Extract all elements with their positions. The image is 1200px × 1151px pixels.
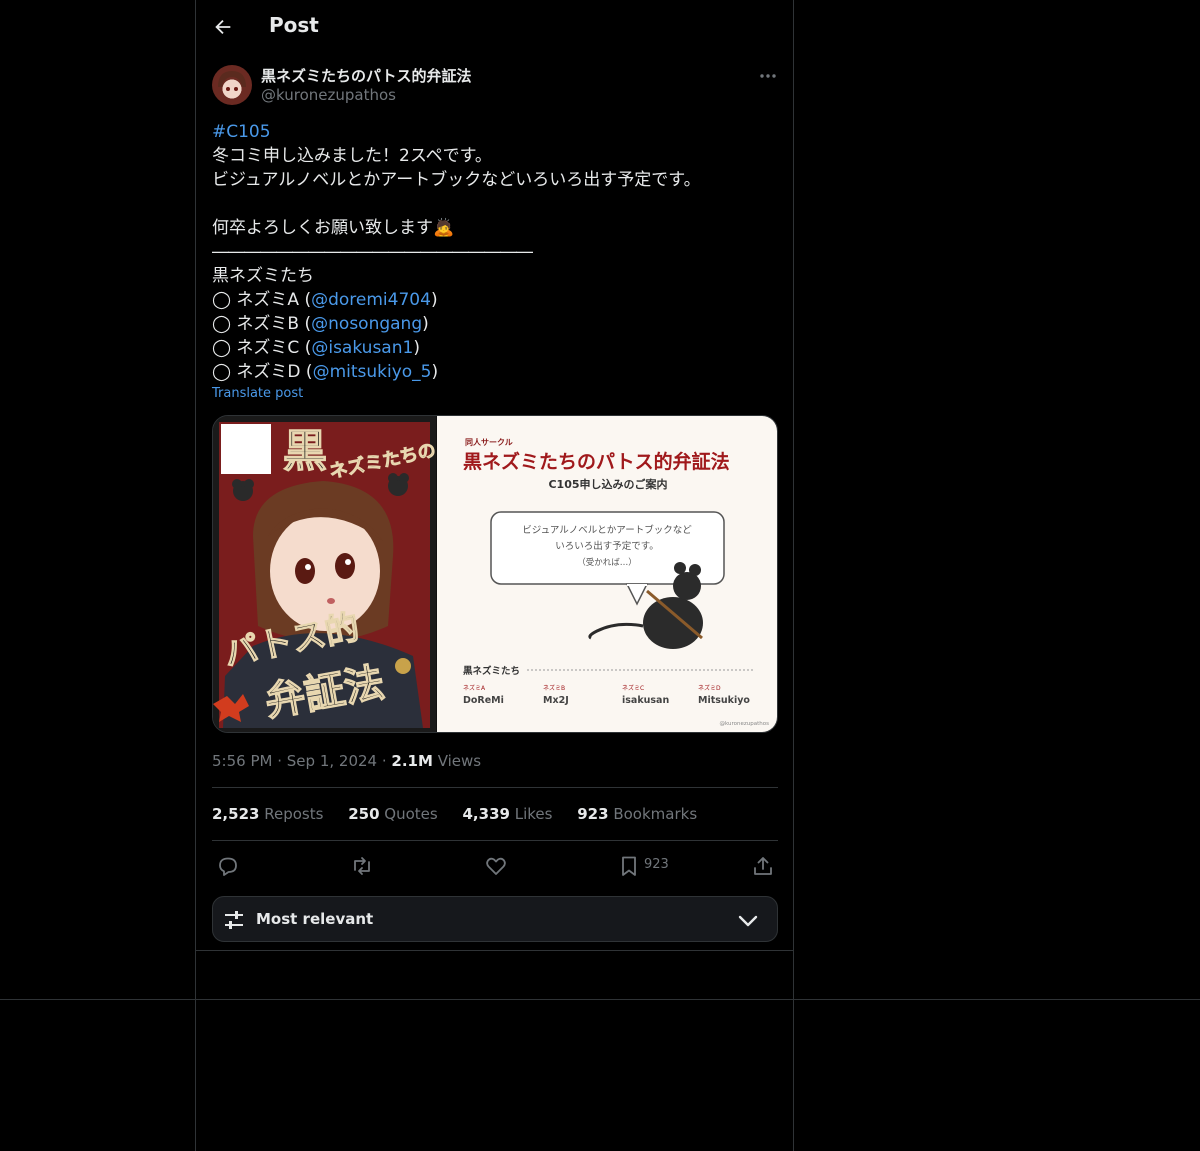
back-arrow-icon[interactable] bbox=[212, 16, 234, 38]
post-date[interactable]: Sep 1, 2024 bbox=[287, 752, 377, 770]
flyer-members-title: 黒ネズミたち bbox=[463, 665, 520, 677]
member-line: ◯ ネズミB (@nosongang) bbox=[212, 312, 778, 336]
avatar[interactable] bbox=[212, 65, 252, 105]
reposts-count: 2,523 bbox=[212, 805, 260, 823]
likes-stat[interactable]: 4,339 Likes bbox=[463, 805, 553, 823]
separator-line: ―――――――――――――――――――― bbox=[212, 242, 533, 262]
member-prefix: ◯ ネズミA ( bbox=[212, 290, 312, 310]
flyer-member-name: isakusan bbox=[622, 695, 669, 706]
quotes-label: Quotes bbox=[384, 805, 438, 823]
bookmarks-label: Bookmarks bbox=[613, 805, 698, 823]
flyer-member-role: ネズミA bbox=[463, 684, 486, 692]
tweet-line: 冬コミ申し込みました！2スペです。 bbox=[212, 146, 492, 166]
member-line: ◯ ネズミA (@doremi4704) bbox=[212, 288, 778, 312]
member-suffix: ) bbox=[430, 290, 438, 310]
sort-dropdown[interactable]: Most relevant bbox=[212, 896, 778, 942]
more-icon[interactable] bbox=[758, 66, 778, 86]
bookmarks-count: 923 bbox=[577, 805, 609, 823]
flyer-member-role: ネズミB bbox=[543, 684, 565, 692]
views-label: Views bbox=[437, 752, 482, 770]
bubble-line: ビジュアルノベルとかアートブックなど bbox=[522, 524, 692, 536]
quotes-count: 250 bbox=[348, 805, 380, 823]
likes-count: 4,339 bbox=[462, 805, 510, 823]
like-icon[interactable] bbox=[484, 854, 508, 878]
flyer-credit: @kuronezupathos bbox=[720, 721, 770, 727]
flyer-member-name: Mx2J bbox=[543, 695, 569, 706]
sliders-icon bbox=[225, 911, 243, 929]
meta-dot: · bbox=[381, 752, 392, 770]
flyer-subtitle: C105申し込みのご案内 bbox=[548, 477, 667, 491]
bubble-line: （受かれば…） bbox=[577, 557, 637, 568]
reposts-stat[interactable]: 2,523 Reposts bbox=[212, 805, 323, 823]
flyer-member-name: Mitsukiyo bbox=[698, 695, 750, 706]
member-suffix: ) bbox=[431, 362, 439, 382]
views-count: 2.1M bbox=[391, 752, 433, 770]
flyer-image[interactable]: 同人サークル 黒ネズミたちのパトス的弁証法 C105申し込みのご案内 ビジュアル… bbox=[437, 416, 777, 732]
mention-link[interactable]: @nosongang bbox=[311, 314, 422, 334]
member-line: ◯ ネズミD (@mitsukiyo_5) bbox=[212, 360, 778, 384]
member-prefix: ◯ ネズミC ( bbox=[212, 338, 312, 358]
member-suffix: ) bbox=[413, 338, 420, 358]
post-meta: 5:56 PM · Sep 1, 2024 · 2.1M Views bbox=[212, 752, 481, 770]
top-bar: Post bbox=[196, 0, 793, 54]
tweet-line: ビジュアルノベルとかアートブックなどいろいろ出す予定です。 bbox=[212, 170, 701, 190]
member-suffix: ) bbox=[422, 314, 429, 334]
post-time[interactable]: 5:56 PM bbox=[212, 752, 272, 770]
share-icon[interactable] bbox=[751, 854, 775, 878]
flyer-title: 黒ネズミたちのパトス的弁証法 bbox=[463, 450, 730, 473]
cover-title-a: 黒 bbox=[283, 426, 327, 477]
meta-dot: · bbox=[277, 752, 287, 770]
quotes-stat[interactable]: 250 Quotes bbox=[348, 805, 438, 823]
page-title: Post bbox=[269, 13, 319, 37]
media-grid: 黒 ネズミたちの パトス的 弁証法 同人サークル 黒ネズミたちのパトス的弁証法 … bbox=[212, 415, 778, 733]
reply-icon[interactable] bbox=[216, 854, 240, 878]
mention-link[interactable]: @doremi4704 bbox=[311, 290, 431, 310]
group-name: 黒ネズミたち bbox=[212, 266, 314, 286]
tweet-line: 何卒よろしくお願い致します🙇 bbox=[212, 218, 455, 238]
sort-label: Most relevant bbox=[256, 910, 374, 928]
main-column: Post 黒ネズミたちのパトス的弁証法 @kuronezupathos #C10… bbox=[195, 0, 794, 1151]
repost-icon[interactable] bbox=[350, 854, 374, 878]
author-name[interactable]: 黒ネズミたちのパトス的弁証法 bbox=[261, 65, 471, 86]
bookmark-count: 923 bbox=[644, 857, 669, 872]
bookmark-icon[interactable] bbox=[617, 854, 641, 878]
mention-link[interactable]: @mitsukiyo_5 bbox=[313, 362, 432, 382]
flyer-circle-label: 同人サークル bbox=[465, 437, 513, 447]
engagement-stats: 2,523 Reposts 250 Quotes 4,339 Likes 923… bbox=[212, 805, 717, 823]
flyer-member-name: DoReMi bbox=[463, 695, 504, 706]
hashtag-link[interactable]: #C105 bbox=[212, 120, 778, 144]
reposts-label: Reposts bbox=[264, 805, 324, 823]
flyer-member-role: ネズミD bbox=[698, 684, 721, 692]
bookmarks-stat[interactable]: 923 Bookmarks bbox=[577, 805, 697, 823]
chevron-down-icon bbox=[738, 915, 758, 927]
author-handle[interactable]: @kuronezupathos bbox=[261, 86, 396, 104]
divider bbox=[212, 840, 778, 841]
bubble-line: いろいろ出す予定です。 bbox=[555, 540, 659, 552]
flyer-member-role: ネズミC bbox=[622, 684, 644, 692]
translate-link[interactable]: Translate post bbox=[212, 386, 303, 401]
likes-label: Likes bbox=[514, 805, 553, 823]
mention-link[interactable]: @isakusan1 bbox=[311, 338, 413, 358]
tweet-text: #C105 冬コミ申し込みました！2スペです。 ビジュアルノベルとかアートブック… bbox=[212, 120, 778, 384]
cover-image[interactable]: 黒 ネズミたちの パトス的 弁証法 bbox=[213, 416, 438, 732]
divider bbox=[196, 950, 793, 951]
member-prefix: ◯ ネズミB ( bbox=[212, 314, 312, 334]
divider bbox=[212, 787, 778, 788]
member-line: ◯ ネズミC (@isakusan1) bbox=[212, 336, 778, 360]
member-prefix: ◯ ネズミD ( bbox=[212, 362, 313, 382]
